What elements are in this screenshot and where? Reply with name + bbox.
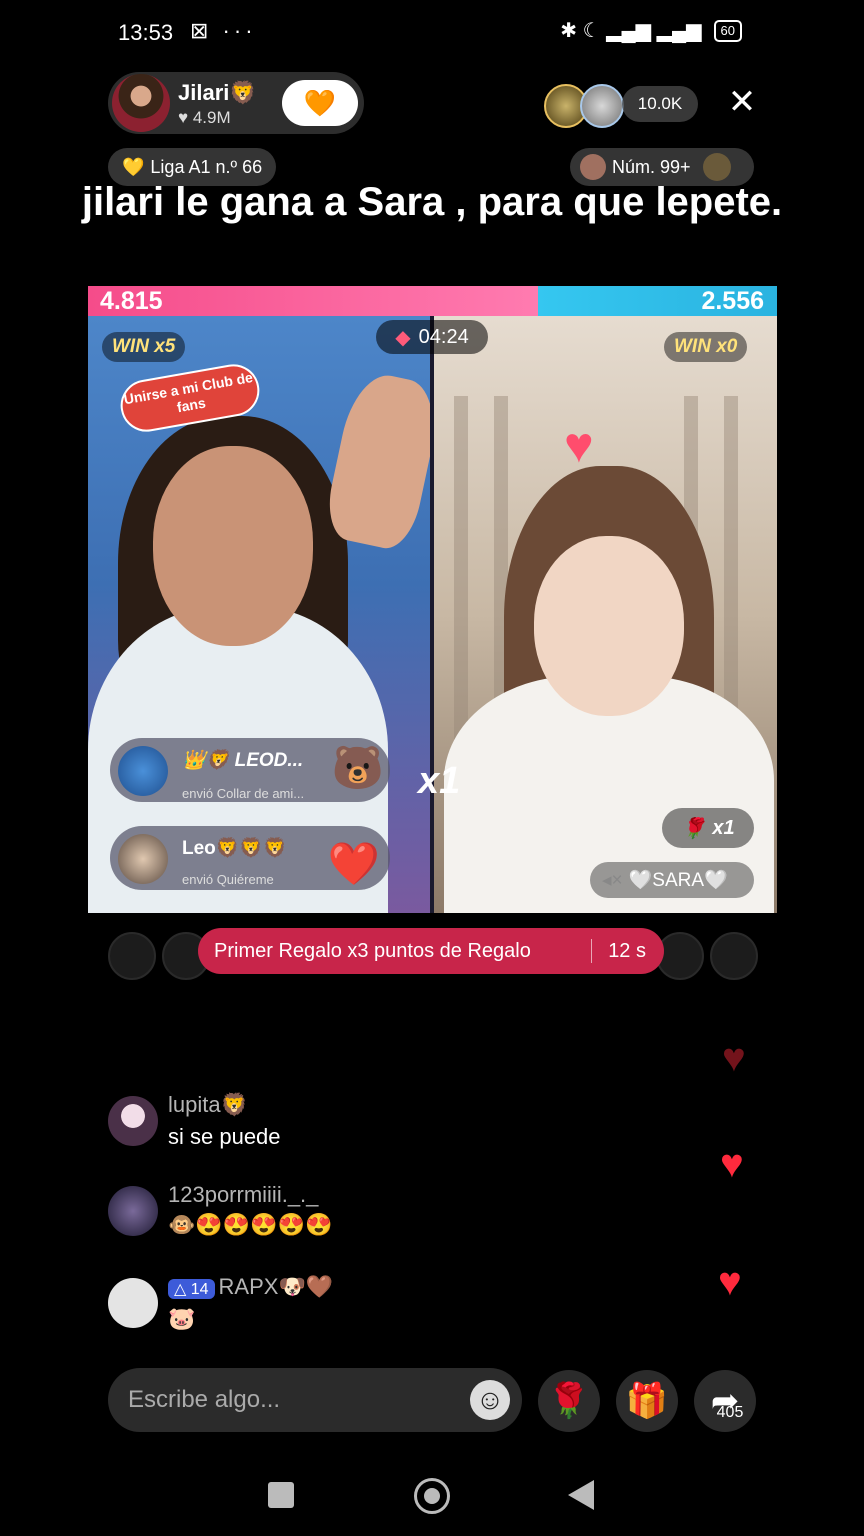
gift-bonus-seconds: 12 s	[608, 939, 646, 962]
gift-sender-name: 👑🦁 LEOD...	[182, 750, 304, 771]
gift-bonus-text: Primer Regalo x3 puntos de Regalo	[214, 939, 531, 962]
comment-text: si se puede	[168, 1124, 281, 1149]
host-hand	[321, 368, 430, 554]
commenter-avatar[interactable]	[108, 1278, 158, 1328]
supporter-avatar[interactable]	[710, 932, 758, 980]
comment-input-bar[interactable]: ☺	[108, 1368, 522, 1432]
status-time: 13:53	[118, 20, 174, 45]
commenter-avatar[interactable]	[108, 1096, 158, 1146]
gift-description: envió Quiéreme	[182, 872, 274, 887]
comment-user-line[interactable]: △ 14 RAPX🐶🤎	[168, 1274, 333, 1300]
heart-icon: 🧡	[303, 87, 337, 118]
supporter-avatar[interactable]	[108, 932, 156, 980]
status-icons: ✱ ☾ ▂▄▆ ▂▄▆ 60	[560, 18, 742, 43]
host-face	[153, 446, 313, 646]
comment-text: 🐵😍😍😍😍😍	[168, 1212, 333, 1237]
gift-bonus-banner[interactable]: Primer Regalo x3 puntos de Regalo 12 s	[198, 928, 664, 974]
close-button[interactable]: ✕	[724, 84, 760, 120]
comment-username: RAPX🐶🤎	[218, 1274, 334, 1299]
host-avatar[interactable]	[112, 74, 170, 132]
follow-button[interactable]: 🧡	[282, 80, 358, 126]
share-count: 405	[716, 1404, 744, 1421]
combo-counter: x1	[418, 760, 461, 802]
home-button[interactable]	[414, 1478, 450, 1514]
left-win-badge: WIN x5	[102, 332, 186, 362]
rose-gift-button[interactable]: 🌹	[538, 1370, 600, 1432]
heart-effect-icon: ♥	[564, 417, 594, 473]
league-label: Liga A1 n.º 66	[150, 156, 263, 177]
viewer-count[interactable]: 10.0K	[622, 86, 698, 122]
recents-button[interactable]	[268, 1482, 294, 1508]
battle-score-bar	[88, 286, 777, 316]
heart-gift-icon: ❤️	[327, 840, 381, 887]
floating-heart-icon: ♥	[722, 1036, 746, 1080]
host-likes: ♥ 4.9M	[178, 108, 231, 127]
system-status-icons: ✱ ☾ ▂▄▆ ▂▄▆	[560, 20, 702, 42]
share-button[interactable]: ➦	[694, 1370, 756, 1432]
bear-gift-icon: 🐻	[331, 744, 385, 791]
battery-icon: 60	[713, 19, 742, 42]
mute-icon: ◂×	[602, 869, 623, 891]
rose-gift-badge: 🌹 x1	[662, 808, 754, 848]
video-caption: jilari le gana a Sara , para que lepete.	[81, 180, 783, 224]
comment-username[interactable]: 123porrmiiii._._	[168, 1182, 318, 1208]
gift-sender-name: Leo🦁🦁🦁	[182, 838, 287, 859]
battle-timer: ◆ 04:24	[376, 320, 488, 354]
floating-heart-icon: ♥	[720, 1142, 744, 1186]
diamond-icon: 💛	[122, 156, 145, 177]
gift-sender-avatar[interactable]	[118, 746, 168, 796]
floating-heart-icon: ♥	[718, 1260, 742, 1304]
left-score: 4.815	[100, 287, 163, 315]
rank-avatar	[580, 154, 606, 180]
gift-sender-avatar[interactable]	[118, 834, 168, 884]
user-level-badge: △ 14	[168, 1279, 215, 1299]
top-viewer-avatar[interactable]	[580, 84, 624, 128]
rose-count: x1	[712, 816, 735, 839]
opponent-face	[534, 536, 684, 716]
host-name: Jilari🦁	[178, 80, 257, 105]
rank-medal-icon	[702, 153, 731, 181]
opponent-name-tag[interactable]: ◂× 🤍SARA🤍	[590, 862, 754, 898]
gloves-icon: ◆	[395, 326, 411, 349]
right-score: 2.556	[701, 287, 764, 315]
rank-label: Núm. 99+	[612, 156, 691, 177]
back-button[interactable]	[568, 1480, 594, 1510]
notification-icons: ⊠ ···	[190, 18, 257, 43]
timer-value: 04:24	[418, 325, 469, 348]
gift-box-button[interactable]: 🎁	[616, 1370, 678, 1432]
comment-input[interactable]	[108, 1385, 450, 1415]
comment-text: 🐷	[168, 1306, 196, 1331]
opponent-name: 🤍SARA🤍	[628, 870, 728, 891]
emoji-icon[interactable]: ☺	[470, 1380, 510, 1420]
comment-username[interactable]: lupita🦁	[168, 1092, 248, 1118]
commenter-avatar[interactable]	[108, 1186, 158, 1236]
divider	[591, 939, 593, 963]
rose-icon: 🌹	[681, 817, 707, 840]
gift-description: envió Collar de ami...	[182, 786, 305, 801]
right-win-badge: WIN x0	[664, 332, 748, 362]
